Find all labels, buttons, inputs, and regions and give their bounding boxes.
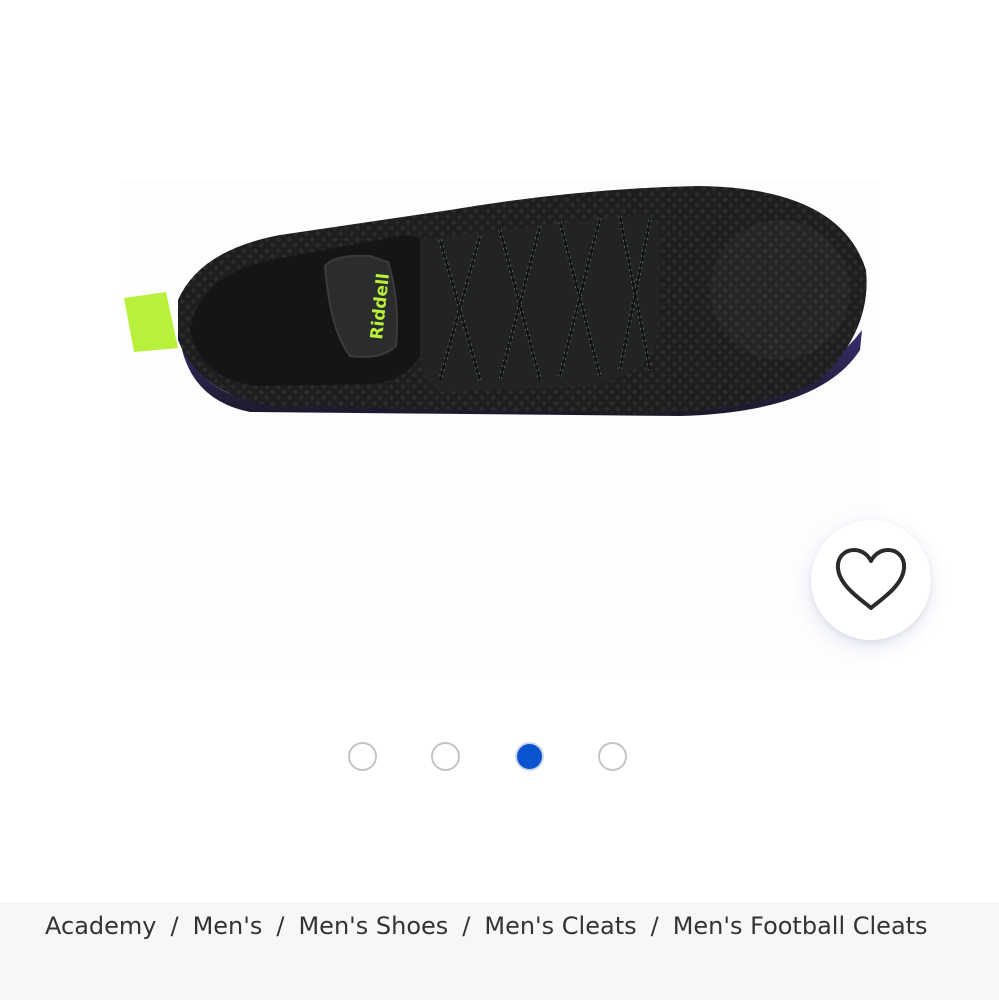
breadcrumb-mens[interactable]: Men's <box>193 912 263 940</box>
carousel-dot-4[interactable] <box>598 742 627 771</box>
carousel-dot-2[interactable] <box>431 742 460 771</box>
carousel-dot-1[interactable] <box>348 742 377 771</box>
shoe-illustration: Riddell <box>124 186 867 416</box>
heart-outline-icon <box>835 548 907 610</box>
breadcrumb-separator: / <box>462 912 471 940</box>
favorite-button[interactable] <box>811 520 931 640</box>
breadcrumb-mens-football-cleats[interactable]: Men's Football Cleats <box>673 912 928 940</box>
breadcrumb-mens-cleats[interactable]: Men's Cleats <box>484 912 636 940</box>
breadcrumb-separator: / <box>650 912 659 940</box>
breadcrumb: Academy / Men's / Men's Shoes / Men's Cl… <box>0 902 999 1000</box>
product-image[interactable]: Riddell <box>120 180 880 680</box>
breadcrumb-separator: / <box>276 912 285 940</box>
breadcrumb-academy[interactable]: Academy <box>45 912 156 940</box>
carousel-indicators <box>0 742 999 776</box>
breadcrumb-separator: / <box>170 912 179 940</box>
heel-tab <box>124 292 178 352</box>
carousel-dot-3-active[interactable] <box>515 742 544 771</box>
breadcrumb-mens-shoes[interactable]: Men's Shoes <box>298 912 448 940</box>
product-page: Riddell Academy / Men's / Men's Shoes / … <box>0 0 999 1000</box>
